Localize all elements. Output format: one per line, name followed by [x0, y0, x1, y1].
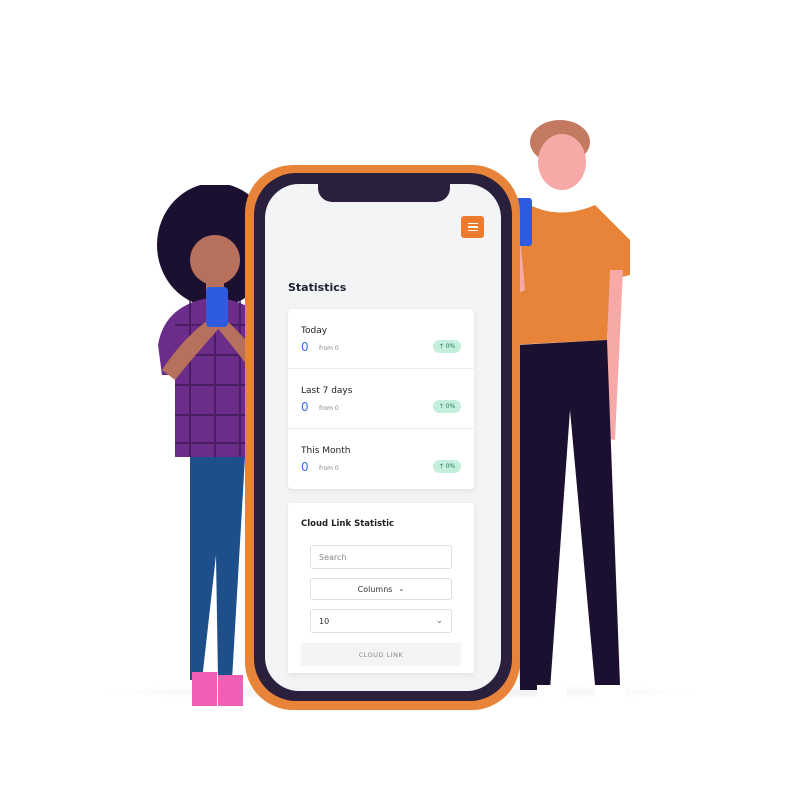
page-size-select[interactable]: 10 ⌄: [310, 609, 452, 633]
change-badge: ↑ 0%: [433, 400, 461, 413]
stat-value: 0: [301, 340, 309, 354]
search-input[interactable]: Search: [310, 545, 452, 569]
stat-label: Last 7 days: [301, 386, 353, 396]
chevron-down-icon: ⌄: [398, 585, 405, 593]
page-size-value: 10: [319, 616, 330, 626]
stat-row-last-7-days: Last 7 days 0 from 0 ↑ 0%: [288, 369, 474, 429]
statistics-card: Today 0 from 0 ↑ 0% Last 7 days 0 from 0…: [288, 309, 474, 489]
cloud-link-title: Cloud Link Statistic: [301, 519, 395, 529]
stat-value: 0: [301, 400, 309, 414]
stat-from: from 0: [319, 345, 339, 352]
column-header-cloud-link[interactable]: CLOUD LINK: [301, 643, 461, 666]
stat-row-this-month: This Month 0 from 0 ↑ 0%: [288, 429, 474, 489]
chevron-down-icon: ⌄: [435, 616, 443, 626]
phone-notch: [318, 184, 450, 202]
change-badge: ↑ 0%: [433, 340, 461, 353]
stat-label: Today: [301, 326, 328, 336]
columns-label: Columns: [357, 584, 393, 594]
hamburger-icon[interactable]: [461, 216, 484, 238]
columns-dropdown[interactable]: Columns ⌄: [310, 578, 452, 600]
stat-row-today: Today 0 from 0 ↑ 0%: [288, 309, 474, 369]
stat-value: 0: [301, 460, 309, 474]
stat-from: from 0: [319, 405, 339, 412]
page-title: Statistics: [288, 281, 347, 294]
stat-from: from 0: [319, 465, 339, 472]
stat-label: This Month: [301, 446, 351, 456]
change-badge: ↑ 0%: [433, 460, 461, 473]
